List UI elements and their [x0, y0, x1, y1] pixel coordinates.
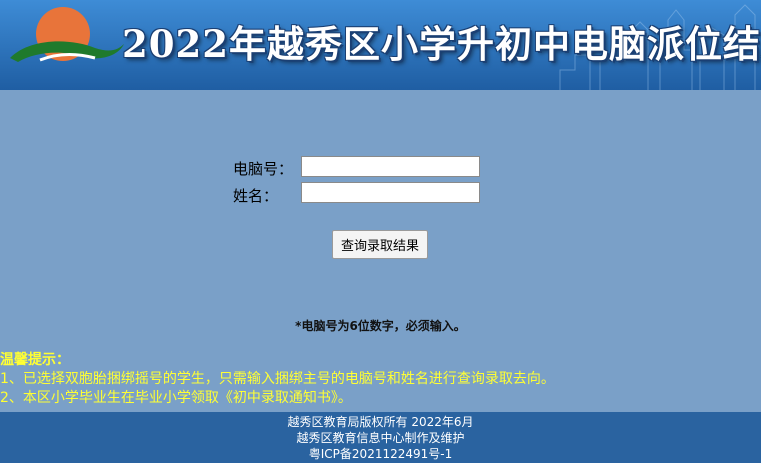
- query-result-button[interactable]: 查询录取结果: [332, 230, 428, 259]
- tips-item: 1、已选择双胞胎捆绑摇号的学生，只需输入捆绑主号的电脑号和姓名进行查询录取去向。: [0, 371, 555, 387]
- footer-copyright: 越秀区教育局版权所有 2022年6月: [287, 415, 474, 429]
- computer-no-label: 电脑号：: [233, 160, 294, 178]
- tips-item: 2、本区小学毕业生在毕业小学领取《初中录取通知书》。: [0, 390, 352, 406]
- page-title: 2022年越秀区小学升初中电脑派位结果查询: [122, 22, 761, 66]
- name-input[interactable]: [301, 182, 480, 203]
- computer-no-input[interactable]: [301, 156, 480, 177]
- input-note: *电脑号为6位数字，必须输入。: [295, 319, 466, 333]
- footer-icp-link[interactable]: 粤ICP备2021122491号-1: [0, 446, 761, 462]
- footer: 越秀区教育局版权所有 2022年6月 越秀区教育信息中心制作及维护 粤ICP备2…: [0, 412, 761, 463]
- tips-title: 温馨提示：: [0, 352, 70, 368]
- name-label: 姓名：: [233, 187, 279, 205]
- header-banner: 2022年越秀区小学升初中电脑派位结果查询: [0, 0, 761, 90]
- footer-maintainer: 越秀区教育信息中心制作及维护: [296, 431, 465, 445]
- tips-section: 温馨提示： 1、已选择双胞胎捆绑摇号的学生，只需输入捆绑主号的电脑号和姓名进行查…: [0, 351, 555, 408]
